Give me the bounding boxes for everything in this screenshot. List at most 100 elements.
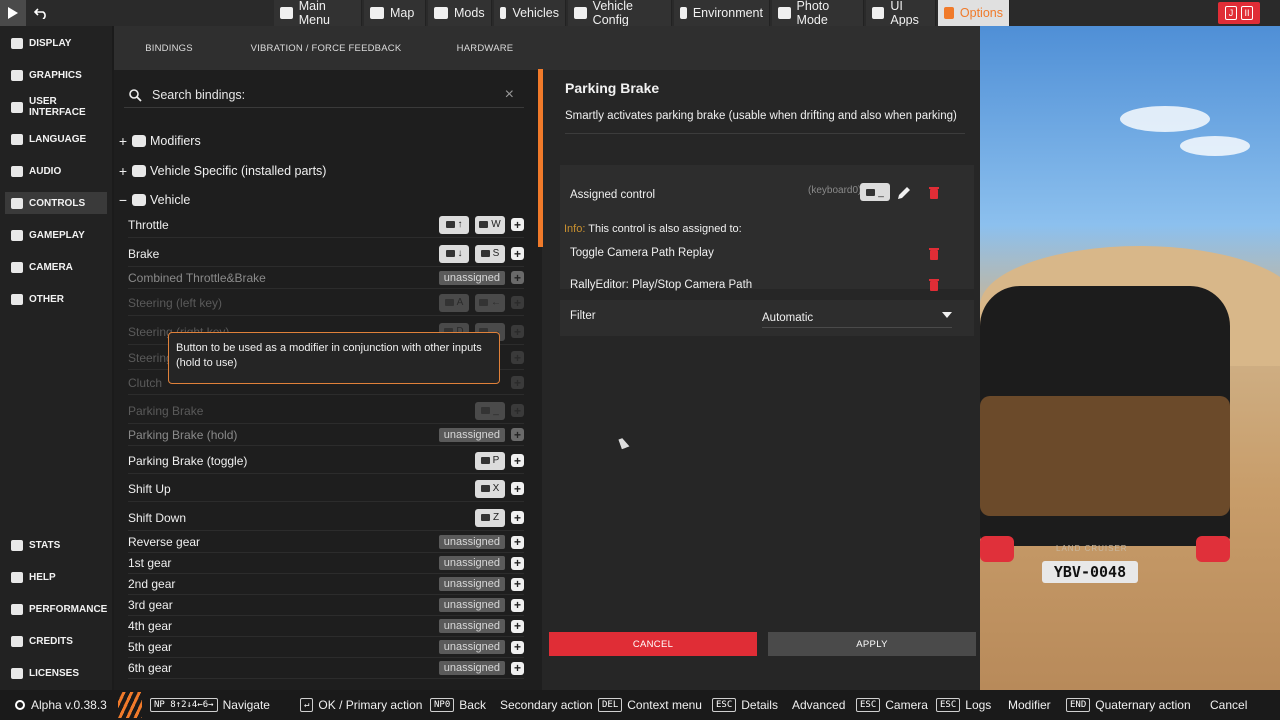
unassigned-badge[interactable]: unassigned <box>438 556 505 570</box>
key-binding[interactable]: ↓ <box>439 244 469 263</box>
sidebar-item-help[interactable]: HELP <box>5 566 107 588</box>
binding-row[interactable]: 2nd gear unassigned + <box>128 574 524 595</box>
add-binding-button[interactable]: + <box>511 619 524 633</box>
binding-row[interactable]: Reverse gear unassigned + <box>128 532 524 553</box>
binding-row[interactable]: Parking Brake _ + <box>128 398 524 424</box>
binding-group[interactable]: − Vehicle <box>118 187 190 213</box>
delete-icon[interactable] <box>929 248 939 260</box>
sidebar-item-user-interface[interactable]: USER INTERFACE <box>5 96 107 118</box>
add-binding-button[interactable]: + <box>511 577 524 591</box>
sidebar-item-audio[interactable]: AUDIO <box>5 160 107 182</box>
search-input[interactable]: Search bindings: <box>152 88 245 102</box>
filter-select[interactable]: Automatic <box>762 308 952 328</box>
binding-row[interactable]: Shift Down Z + <box>128 505 524 531</box>
add-binding-button[interactable]: + <box>511 661 524 675</box>
journal-icon[interactable]: J <box>1225 6 1237 20</box>
sidebar-item-licenses[interactable]: LICENSES <box>5 662 107 684</box>
key-binding[interactable]: ← <box>475 293 505 312</box>
menu-mods[interactable]: Mods <box>428 0 492 26</box>
undo-button[interactable] <box>28 0 54 26</box>
sidebar-item-performance[interactable]: PERFORMANCE <box>5 598 107 620</box>
binding-row[interactable]: 3rd gear unassigned + <box>128 595 524 616</box>
unassigned-badge[interactable]: unassigned <box>438 598 505 612</box>
binding-row[interactable]: 4th gear unassigned + <box>128 616 524 637</box>
expand-toggle-icon[interactable]: − <box>118 192 128 208</box>
add-binding-button[interactable]: + <box>511 351 524 364</box>
unassigned-badge[interactable]: unassigned <box>438 619 505 633</box>
sidebar-item-controls[interactable]: CONTROLS <box>5 192 107 214</box>
search-bar[interactable]: Search bindings: × <box>124 82 524 108</box>
binding-row[interactable]: Combined Throttle&Brake unassigned + <box>128 267 524 289</box>
binding-row[interactable]: Steering (left key) A ← + <box>128 290 524 316</box>
play-button[interactable] <box>0 0 26 26</box>
sidebar-item-other[interactable]: OTHER <box>5 288 107 310</box>
add-binding-button[interactable]: + <box>511 640 524 654</box>
add-binding-button[interactable]: + <box>511 271 524 284</box>
cancel-button[interactable]: CANCEL <box>549 632 757 656</box>
expand-toggle-icon[interactable]: + <box>118 163 128 179</box>
sidebar-item-language[interactable]: LANGUAGE <box>5 128 107 150</box>
key-binding[interactable]: X <box>475 479 505 498</box>
unassigned-badge[interactable]: unassigned <box>438 640 505 654</box>
add-binding-button[interactable]: + <box>511 454 524 467</box>
sidebar-item-gameplay[interactable]: GAMEPLAY <box>5 224 107 246</box>
add-binding-button[interactable]: + <box>511 511 524 524</box>
sidebar-item-credits[interactable]: CREDITS <box>5 630 107 652</box>
delete-icon[interactable] <box>929 279 939 291</box>
sidebar-item-graphics[interactable]: GRAPHICS <box>5 64 107 86</box>
key-binding[interactable]: ↑ <box>439 215 469 234</box>
binding-row[interactable]: Throttle ↑ W + <box>128 212 524 238</box>
add-binding-button[interactable]: + <box>511 404 524 417</box>
unassigned-badge[interactable]: unassigned <box>438 661 505 675</box>
add-binding-button[interactable]: + <box>511 376 524 389</box>
pause-icon[interactable]: II <box>1241 6 1253 20</box>
menu-options[interactable]: Options <box>938 0 1010 26</box>
delete-icon[interactable] <box>929 187 939 199</box>
menu-photo-mode[interactable]: Photo Mode <box>772 0 864 27</box>
key-binding[interactable]: A <box>439 293 469 312</box>
sidebar-item-camera[interactable]: CAMERA <box>5 256 107 278</box>
binding-row[interactable]: 6th gear unassigned + <box>128 658 524 679</box>
sidebar-item-stats[interactable]: STATS <box>5 534 107 556</box>
add-binding-button[interactable]: + <box>511 556 524 570</box>
add-binding-button[interactable]: + <box>511 482 524 495</box>
edit-icon[interactable] <box>896 185 912 201</box>
menu-main-menu[interactable]: Main Menu <box>274 0 362 27</box>
key-binding[interactable]: S <box>475 244 505 263</box>
binding-row[interactable]: Brake ↓ S + <box>128 241 524 267</box>
key-binding[interactable]: Z <box>475 508 505 527</box>
add-binding-button[interactable]: + <box>511 325 524 338</box>
unassigned-badge[interactable]: unassigned <box>438 535 505 549</box>
clear-search-icon[interactable]: × <box>505 86 514 104</box>
binding-row[interactable]: 1st gear unassigned + <box>128 553 524 574</box>
sidebar-item-display[interactable]: DISPLAY <box>5 32 107 54</box>
unassigned-badge[interactable]: unassigned <box>438 270 505 285</box>
add-binding-button[interactable]: + <box>511 535 524 549</box>
menu-environment[interactable]: Environment <box>674 0 770 26</box>
menu-vehicle-config[interactable]: Vehicle Config <box>568 0 672 27</box>
add-binding-button[interactable]: + <box>511 247 524 260</box>
add-binding-button[interactable]: + <box>511 598 524 612</box>
menu-map[interactable]: Map <box>364 0 426 26</box>
scrollbar-thumb[interactable] <box>538 69 543 247</box>
binding-row[interactable]: Parking Brake (toggle) P + <box>128 448 524 474</box>
binding-group[interactable]: + Modifiers <box>118 128 201 154</box>
add-binding-button[interactable]: + <box>511 296 524 309</box>
tab-hardware[interactable]: HARDWARE <box>434 26 536 70</box>
window-controls[interactable]: J II <box>1218 2 1260 24</box>
tab-bindings[interactable]: BINDINGS <box>114 26 224 70</box>
unassigned-badge[interactable]: unassigned <box>438 577 505 591</box>
key-binding[interactable]: W <box>475 215 505 234</box>
expand-toggle-icon[interactable]: + <box>118 133 128 149</box>
add-binding-button[interactable]: + <box>511 428 524 441</box>
menu-ui-apps[interactable]: UI Apps <box>866 0 936 27</box>
add-binding-button[interactable]: + <box>511 218 524 231</box>
menu-vehicles[interactable]: Vehicles <box>494 0 566 26</box>
binding-row[interactable]: Parking Brake (hold) unassigned + <box>128 424 524 446</box>
key-binding[interactable]: _ <box>475 401 505 420</box>
binding-row[interactable]: 5th gear unassigned + <box>128 637 524 658</box>
tab-vibration[interactable]: VIBRATION / FORCE FEEDBACK <box>244 26 408 70</box>
unassigned-badge[interactable]: unassigned <box>438 427 505 442</box>
key-binding[interactable]: P <box>475 451 505 470</box>
assigned-key[interactable]: _ <box>860 183 890 201</box>
